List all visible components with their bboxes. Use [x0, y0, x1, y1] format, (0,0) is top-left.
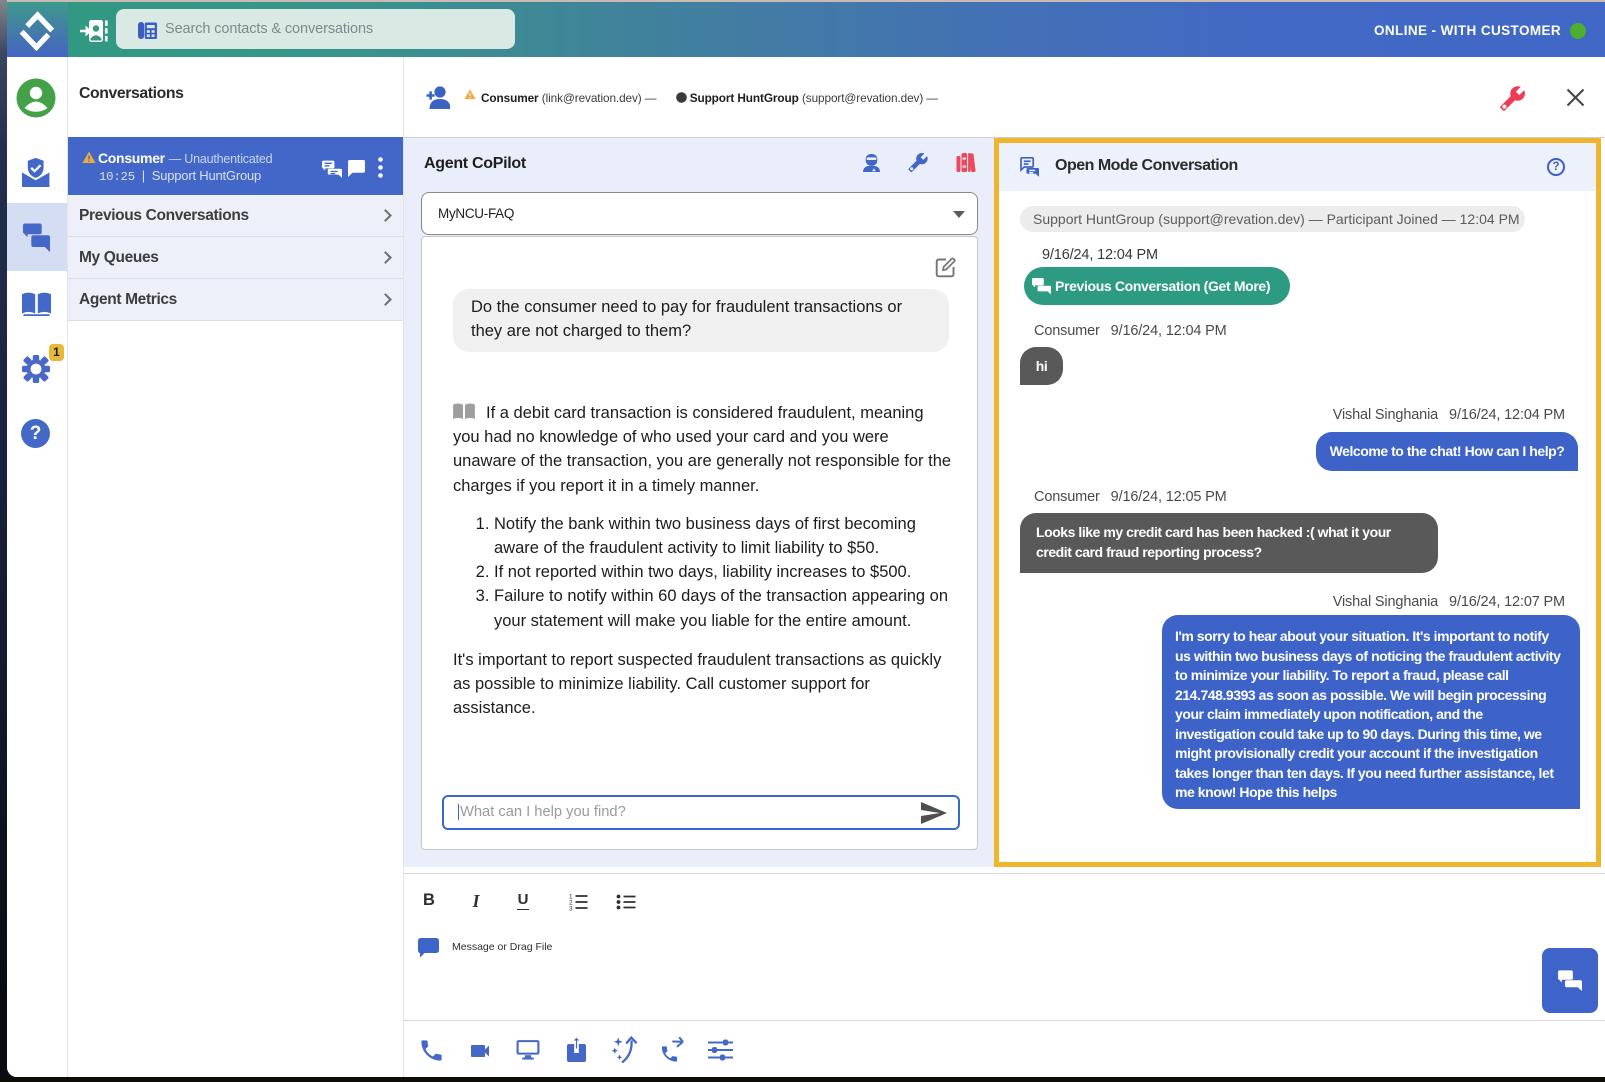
svg-text:3: 3 — [569, 905, 573, 911]
